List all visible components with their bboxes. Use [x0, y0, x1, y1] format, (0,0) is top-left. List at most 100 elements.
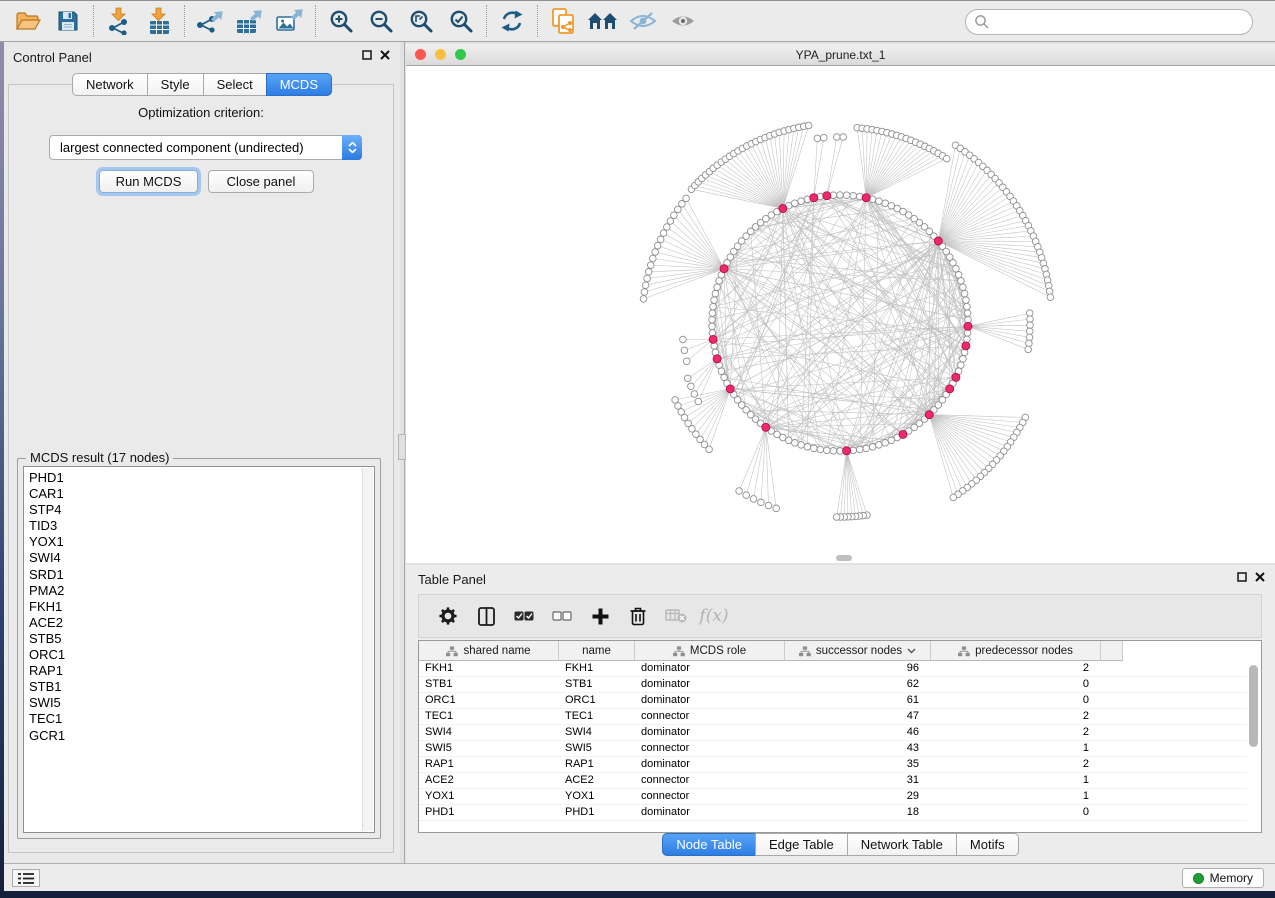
dominator-node[interactable] [709, 335, 717, 343]
close-panel-button[interactable]: Close panel [208, 170, 314, 193]
mcds-result-item[interactable]: ORC1 [29, 647, 374, 663]
deselect-all-icon[interactable] [543, 598, 581, 634]
dominator-node[interactable] [925, 411, 933, 419]
table-scrollbar-thumb[interactable] [1249, 665, 1258, 747]
column-header-MCDS-role[interactable]: MCDS role [635, 641, 785, 661]
table-scrollbar[interactable] [1247, 662, 1260, 831]
table-row[interactable]: SWI4SWI4dominator462 [419, 725, 1261, 741]
zoom-out-icon[interactable] [361, 3, 401, 39]
mcds-result-item[interactable]: TID3 [29, 518, 374, 534]
table-row[interactable]: TEC1TEC1connector472 [419, 709, 1261, 725]
search-box[interactable] [965, 9, 1253, 35]
dominator-node[interactable] [946, 385, 954, 393]
save-session-icon[interactable] [48, 3, 88, 39]
table-row[interactable]: ACE2ACE2connector311 [419, 773, 1261, 789]
dominator-node[interactable] [962, 342, 970, 350]
tab-motifs[interactable]: Motifs [956, 833, 1019, 856]
network-view[interactable] [406, 66, 1275, 563]
dominator-node[interactable] [823, 192, 831, 200]
zoom-selected-icon[interactable] [441, 3, 481, 39]
dominator-node[interactable] [779, 205, 787, 213]
hide-selected-icon[interactable] [623, 3, 663, 39]
tab-network-table[interactable]: Network Table [847, 833, 957, 856]
panel-list-button[interactable] [12, 869, 40, 887]
tab-node-table[interactable]: Node Table [662, 833, 756, 856]
column-header-name[interactable]: name [559, 641, 635, 661]
import-network-icon[interactable] [99, 3, 139, 39]
dominator-node[interactable] [952, 373, 960, 381]
close-panel-icon[interactable] [1255, 572, 1265, 582]
table-row[interactable]: YOX1YOX1connector291 [419, 789, 1261, 805]
tab-edge-table[interactable]: Edge Table [755, 833, 848, 856]
mcds-list-scrollbar[interactable] [362, 468, 373, 831]
mcds-result-list[interactable]: PHD1CAR1STP4TID3YOX1SWI4SRD1PMA2FKH1ACE2… [23, 466, 375, 833]
dominator-node[interactable] [934, 237, 942, 245]
mcds-result-item[interactable]: RAP1 [29, 663, 374, 679]
mcds-result-item[interactable]: SWI4 [29, 550, 374, 566]
dominator-node[interactable] [720, 265, 728, 273]
memory-button[interactable]: Memory [1182, 868, 1264, 888]
dominator-node[interactable] [862, 194, 870, 202]
tab-network[interactable]: Network [72, 73, 148, 96]
float-panel-icon[interactable] [362, 50, 372, 60]
mcds-result-item[interactable]: STB5 [29, 631, 374, 647]
column-header-successor-nodes[interactable]: successor nodes [785, 641, 931, 661]
table-row[interactable]: RAP1RAP1dominator352 [419, 757, 1261, 773]
run-mcds-button[interactable]: Run MCDS [99, 170, 198, 193]
mcds-result-item[interactable]: GCR1 [29, 728, 374, 744]
criterion-dropdown[interactable]: largest connected component (undirected) [49, 135, 362, 160]
export-image-icon[interactable] [270, 3, 310, 39]
column-header-predecessor-nodes[interactable]: predecessor nodes [931, 641, 1101, 661]
float-panel-icon[interactable] [1237, 572, 1247, 582]
mcds-result-item[interactable]: YOX1 [29, 534, 374, 550]
network-graph[interactable] [406, 66, 1275, 563]
mcds-result-item[interactable]: TEC1 [29, 711, 374, 727]
mcds-result-item[interactable]: FKH1 [29, 599, 374, 615]
dominator-node[interactable] [726, 385, 734, 393]
select-all-icon[interactable] [505, 598, 543, 634]
split-pane-handle[interactable] [398, 434, 406, 460]
search-input[interactable] [990, 15, 1244, 29]
delete-column-icon[interactable] [619, 598, 657, 634]
mcds-result-item[interactable]: ACE2 [29, 615, 374, 631]
tab-select[interactable]: Select [203, 73, 267, 96]
tab-style[interactable]: Style [147, 73, 204, 96]
close-panel-icon[interactable] [380, 50, 390, 60]
table-row[interactable]: SWI5SWI5connector431 [419, 741, 1261, 757]
network-window-titlebar[interactable]: YPA_prune.txt_1 [406, 44, 1275, 66]
column-header-shared-name[interactable]: shared name [419, 641, 559, 661]
import-table-icon[interactable] [139, 3, 179, 39]
mcds-result-item[interactable]: STB1 [29, 679, 374, 695]
mcds-result-item[interactable]: PMA2 [29, 583, 374, 599]
export-table-icon[interactable] [230, 3, 270, 39]
memory-status-icon [1193, 873, 1204, 884]
dominator-node[interactable] [810, 194, 818, 202]
network-hscroll-thumb[interactable] [836, 555, 852, 561]
gear-icon[interactable] [429, 598, 467, 634]
add-column-icon[interactable] [581, 598, 619, 634]
first-neighbors-icon[interactable] [583, 3, 623, 39]
tab-mcds[interactable]: MCDS [266, 73, 332, 96]
columns-icon[interactable] [467, 598, 505, 634]
duplicate-network-icon[interactable] [543, 3, 583, 39]
zoom-fit-icon[interactable] [401, 3, 441, 39]
table-row[interactable]: FKH1FKH1dominator962 [419, 661, 1261, 677]
mcds-result-item[interactable]: SWI5 [29, 695, 374, 711]
table-row[interactable]: STB1STB1dominator620 [419, 677, 1261, 693]
zoom-in-icon[interactable] [321, 3, 361, 39]
open-file-icon[interactable] [8, 3, 48, 39]
mcds-result-item[interactable]: CAR1 [29, 486, 374, 502]
dominator-node[interactable] [899, 430, 907, 438]
dominator-node[interactable] [843, 447, 851, 455]
refresh-layout-icon[interactable] [492, 3, 532, 39]
show-all-icon[interactable] [663, 3, 703, 39]
mcds-result-item[interactable]: PHD1 [29, 470, 374, 486]
mcds-result-item[interactable]: STP4 [29, 502, 374, 518]
dominator-node[interactable] [713, 355, 721, 363]
table-row[interactable]: PHD1PHD1dominator180 [419, 805, 1261, 821]
table-row[interactable]: ORC1ORC1dominator610 [419, 693, 1261, 709]
dominator-node[interactable] [762, 423, 770, 431]
export-network-icon[interactable] [190, 3, 230, 39]
dominator-node[interactable] [964, 322, 972, 330]
mcds-result-item[interactable]: SRD1 [29, 567, 374, 583]
